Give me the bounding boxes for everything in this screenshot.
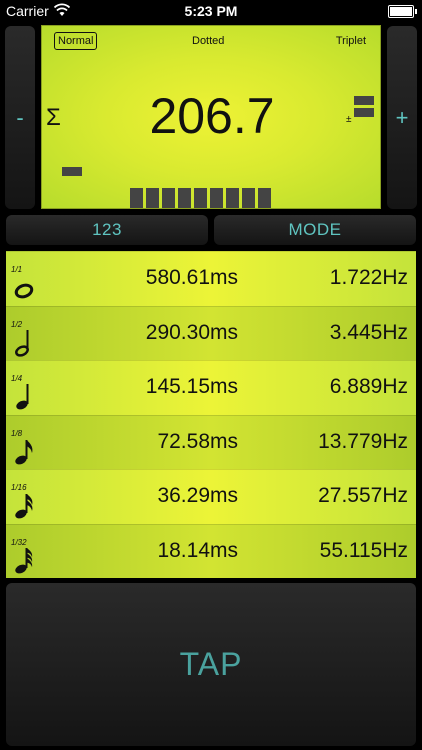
lcd-display: Normal Dotted Triplet Σ 206.7 ± bbox=[41, 25, 381, 209]
note-table: 1/1 580.61ms 1.722Hz 1/2 290.30ms 3.445H… bbox=[6, 251, 416, 578]
decrease-button[interactable]: - bbox=[5, 26, 35, 209]
status-bar: Carrier 5:23 PM bbox=[0, 0, 422, 22]
beat-segment bbox=[242, 188, 255, 208]
note-fraction: 1/4 bbox=[11, 374, 23, 383]
sixteenth-note-icon bbox=[15, 494, 33, 519]
beat-segment bbox=[178, 188, 191, 208]
plusminus-icon: ± bbox=[346, 114, 352, 125]
note-duration: 580.61ms bbox=[145, 266, 238, 289]
note-fraction: 1/2 bbox=[11, 319, 23, 329]
beat-segment bbox=[194, 188, 207, 208]
bpm-readout: 206.7 bbox=[149, 88, 275, 144]
note-frequency: 6.889Hz bbox=[329, 375, 408, 398]
note-frequency: 55.115Hz bbox=[319, 538, 408, 562]
note-frequency: 3.445Hz bbox=[329, 320, 408, 344]
note-duration: 36.29ms bbox=[157, 484, 238, 507]
beat-segment bbox=[162, 188, 175, 208]
beat-segment bbox=[146, 188, 159, 208]
note-fraction: 1/16 bbox=[11, 483, 27, 492]
note-frequency: 1.722Hz bbox=[329, 266, 408, 289]
note-duration: 145.15ms bbox=[145, 375, 238, 398]
half-note-icon bbox=[15, 329, 29, 357]
adjust-indicator bbox=[354, 96, 374, 120]
battery-icon bbox=[388, 5, 417, 18]
note-duration: 290.30ms bbox=[145, 320, 238, 344]
beat-segments bbox=[130, 188, 271, 208]
note-row-sixteenth[interactable]: 1/16 36.29ms 27.557Hz bbox=[6, 469, 416, 524]
lcd-segment-dash bbox=[62, 167, 82, 176]
increase-button[interactable]: + bbox=[387, 26, 417, 209]
note-fraction: 1/32 bbox=[11, 537, 27, 547]
note-fraction: 1/1 bbox=[11, 265, 23, 274]
note-duration: 72.58ms bbox=[157, 429, 238, 453]
note-duration: 18.14ms bbox=[157, 538, 238, 562]
quarter-note-icon bbox=[16, 384, 29, 410]
tap-button[interactable]: TAP bbox=[6, 583, 416, 746]
note-row-quarter[interactable]: 1/4 145.15ms 6.889Hz bbox=[6, 360, 416, 415]
thirty-second-note-icon bbox=[15, 547, 33, 573]
mode-dotted: Dotted bbox=[192, 35, 225, 47]
numeric-input-button[interactable]: 123 bbox=[6, 215, 208, 245]
note-frequency: 13.779Hz bbox=[318, 429, 408, 453]
beat-segment bbox=[226, 188, 239, 208]
note-row-thirty-second[interactable]: 1/32 18.14ms 55.115Hz bbox=[6, 523, 416, 578]
mode-normal: Normal bbox=[54, 32, 98, 50]
note-row-eighth[interactable]: 1/8 72.58ms 13.779Hz bbox=[6, 414, 416, 469]
note-frequency: 27.557Hz bbox=[318, 484, 408, 507]
eighth-note-icon bbox=[15, 439, 33, 464]
beat-segment bbox=[130, 188, 143, 208]
note-row-whole[interactable]: 1/1 580.61ms 1.722Hz bbox=[6, 251, 416, 306]
whole-note-icon bbox=[14, 283, 34, 299]
note-row-half[interactable]: 1/2 290.30ms 3.445Hz bbox=[6, 305, 416, 360]
note-fraction: 1/8 bbox=[11, 428, 23, 438]
beat-segment bbox=[258, 188, 271, 208]
beat-segment bbox=[210, 188, 223, 208]
mode-triplet: Triplet bbox=[335, 35, 366, 47]
mode-button[interactable]: MODE bbox=[214, 215, 416, 245]
clock: 5:23 PM bbox=[184, 3, 238, 19]
